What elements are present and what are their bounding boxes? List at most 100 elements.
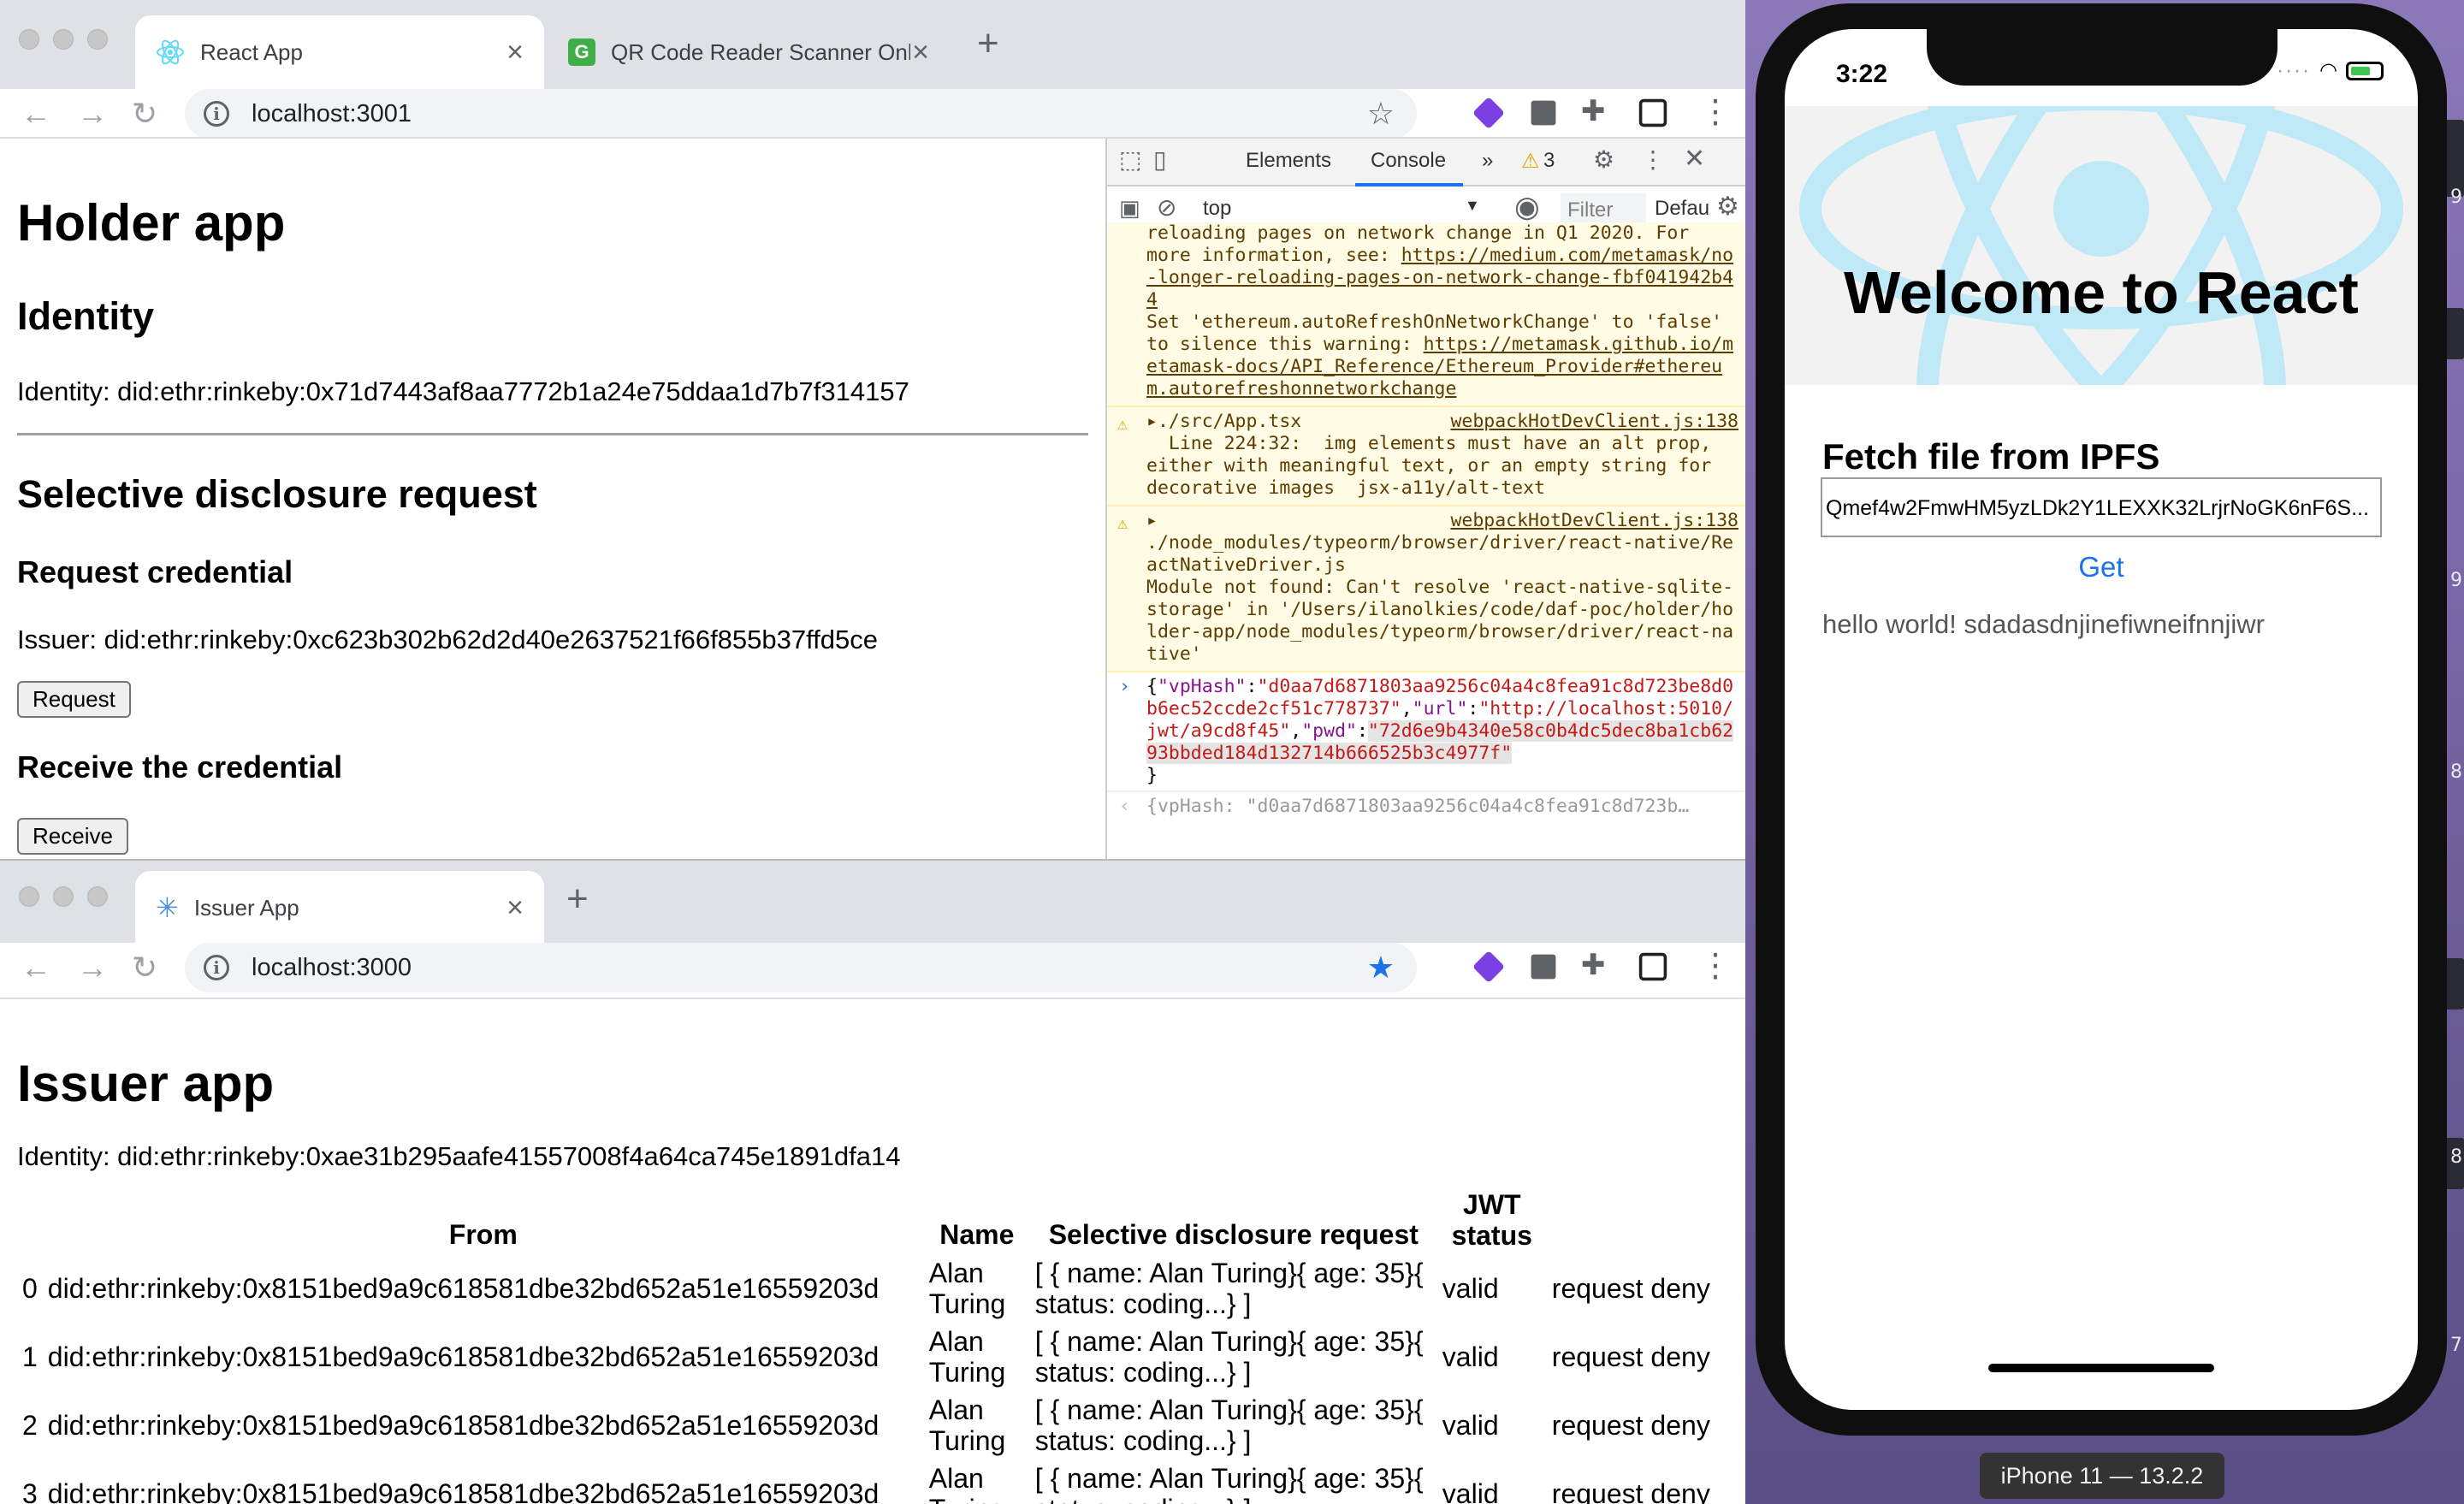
settings-gear-icon[interactable]: ⚙ — [1593, 145, 1614, 174]
warning-count[interactable]: 3 — [1543, 149, 1555, 173]
back-arrow-icon[interactable]: ← — [21, 950, 51, 986]
row-sdr: [ { name: Alan Turing}{ age: 35}{ status… — [1034, 1258, 1424, 1319]
console-output: reloading pages on network change in Q1 … — [1107, 222, 1745, 859]
identity-heading: Identity — [17, 294, 155, 338]
new-tab-button[interactable]: + — [566, 878, 589, 921]
home-indicator[interactable] — [1988, 1364, 2214, 1372]
devtools-menu-icon[interactable]: ⋮ — [1641, 145, 1665, 174]
clear-console-icon[interactable]: ⊘ — [1157, 193, 1176, 222]
device-toolbar-icon[interactable]: ▯ — [1153, 145, 1166, 174]
wifi-icon: ◠ — [2319, 59, 2337, 82]
reload-icon[interactable]: ↻ — [132, 96, 157, 132]
get-button[interactable]: Get — [1785, 551, 2418, 583]
extension-c-icon[interactable] — [1638, 98, 1667, 127]
status-bar-time: 3:22 — [1836, 60, 1888, 88]
extension-cube-icon[interactable] — [1531, 100, 1556, 126]
bookmark-star-filled-icon[interactable]: ★ — [1367, 950, 1395, 986]
context-selector[interactable]: top — [1203, 197, 1231, 221]
row-name: Alan Turing — [928, 1394, 1006, 1456]
page-title: Issuer app — [17, 1055, 275, 1112]
expand-triangle-icon[interactable]: ▸ — [1146, 510, 1158, 531]
reload-icon[interactable]: ↻ — [132, 950, 157, 986]
filter-input[interactable]: Filter — [1561, 193, 1646, 224]
row-actions[interactable]: request deny — [1547, 1323, 1727, 1391]
zoom-window-button[interactable] — [87, 886, 108, 907]
row-status: valid — [1442, 1273, 1499, 1304]
simulator-label: iPhone 11 — 13.2.2 — [1980, 1453, 2224, 1499]
issuer-logo-icon: ✳ — [156, 892, 179, 923]
close-tab-icon[interactable]: × — [912, 38, 929, 67]
console-warning[interactable]: ⚠ webpackHotDevClient.js:138 ▸./src/App.… — [1107, 407, 1745, 506]
row-actions[interactable]: request deny — [1547, 1391, 1727, 1460]
tab-console[interactable]: Console — [1371, 149, 1446, 173]
sidebar-toggle-icon[interactable]: ▣ — [1119, 195, 1140, 222]
status-bar-indicators: ···· ◠ — [2277, 58, 2384, 83]
tab-strip: ✳ Issuer App × + — [0, 861, 1745, 944]
tab-title: QR Code Reader Scanner Onlin — [611, 38, 910, 65]
tab-issuer-app[interactable]: ✳ Issuer App × — [135, 871, 544, 944]
request-section: Request credential — [17, 554, 293, 590]
log-levels-dropdown[interactable]: Defau — [1655, 197, 1709, 221]
minimize-window-button[interactable] — [53, 29, 74, 50]
zoom-window-button[interactable] — [87, 29, 108, 50]
tab-qr-reader[interactable]: G QR Code Reader Scanner Onlin × — [548, 15, 950, 89]
inspect-element-icon[interactable]: ⬚ — [1119, 145, 1141, 174]
devtools-panel: ⬚ ▯ Elements Console » ⚠ 3 ⚙ ⋮ ✕ ▣ ⊘ top… — [1105, 139, 1745, 859]
extension-purple-icon[interactable] — [1472, 950, 1506, 984]
forward-arrow-icon[interactable]: → — [77, 96, 108, 132]
console-settings-icon[interactable]: ⚙ — [1716, 192, 1739, 222]
console-result-entry[interactable]: ‹ {vpHash: "d0aa7d6871803aa9256c04a4c8fe… — [1107, 792, 1745, 821]
close-tab-icon[interactable]: × — [506, 38, 524, 67]
request-button[interactable]: Request — [17, 681, 131, 718]
new-tab-button[interactable]: + — [977, 22, 999, 65]
source-link[interactable]: webpackHotDevClient.js:138 — [1450, 510, 1738, 532]
table-header-row: From Name Selective disclosure request J… — [17, 1186, 1727, 1254]
warning-icon[interactable]: ⚠ — [1521, 149, 1540, 174]
back-arrow-icon[interactable]: ← — [21, 96, 51, 132]
address-bar[interactable]: i localhost:3000 ★ — [185, 943, 1417, 992]
json-key: "vpHash" — [1157, 676, 1247, 697]
minimize-window-button[interactable] — [53, 886, 74, 907]
info-icon[interactable]: i — [204, 101, 229, 127]
address-bar[interactable]: i localhost:3001 ☆ — [185, 89, 1417, 139]
bookmark-star-icon[interactable]: ☆ — [1367, 96, 1395, 132]
extension-purple-icon[interactable] — [1472, 96, 1506, 130]
close-tab-icon[interactable]: × — [506, 893, 524, 922]
more-tabs-icon[interactable]: » — [1482, 149, 1493, 173]
row-name: Alan Turing — [928, 1463, 1006, 1504]
background-window-edge — [2445, 308, 2464, 359]
expand-triangle-icon[interactable]: ▸ — [1146, 411, 1158, 432]
tab-elements[interactable]: Elements — [1246, 149, 1331, 173]
close-window-button[interactable] — [19, 29, 39, 50]
background-window-edge — [2445, 958, 2464, 1010]
browser-menu-icon[interactable]: ⋮ — [1699, 92, 1732, 131]
react-logo-icon — [157, 39, 184, 65]
json-key: "pwd" — [1301, 720, 1357, 742]
console-log-entry: › {"vpHash":"d0aa7d6871803aa9256c04a4c8f… — [1107, 672, 1745, 792]
close-devtools-icon[interactable]: ✕ — [1684, 144, 1705, 174]
url-text[interactable]: localhost:3001 — [252, 100, 412, 128]
extension-c-icon[interactable] — [1638, 952, 1667, 981]
source-link[interactable]: webpackHotDevClient.js:138 — [1450, 411, 1738, 433]
ipfs-hash-input[interactable]: Qmef4w2FmwHM5yzLDk2Y1LEXXK32LrjrNoGK6nF6… — [1821, 477, 2382, 537]
phone-screen: Welcome to React 3:22 ···· ◠ Fetch file … — [1785, 29, 2418, 1410]
forward-arrow-icon[interactable]: → — [77, 950, 108, 986]
console-warning[interactable]: ⚠ webpackHotDevClient.js:138 ▸ ./node_mo… — [1107, 506, 1745, 672]
extension-cube-icon[interactable] — [1531, 954, 1556, 980]
row-actions[interactable]: request deny — [1547, 1254, 1727, 1323]
url-text[interactable]: localhost:3000 — [252, 954, 412, 982]
column-header — [1547, 1186, 1727, 1254]
row-actions[interactable]: request deny — [1547, 1460, 1727, 1504]
receive-button[interactable]: Receive — [17, 818, 128, 855]
signal-icon: ···· — [2277, 58, 2312, 82]
row-sdr: [ { name: Alan Turing}{ age: 35}{ status… — [1034, 1394, 1424, 1456]
close-window-button[interactable] — [19, 886, 39, 907]
chevron-down-icon[interactable]: ▼ — [1465, 197, 1480, 215]
extensions-puzzle-icon[interactable]: ✚ — [1581, 948, 1606, 982]
extensions-puzzle-icon[interactable]: ✚ — [1581, 94, 1606, 128]
info-icon[interactable]: i — [204, 955, 229, 980]
tab-react-app[interactable]: React App × — [135, 15, 544, 89]
eye-icon[interactable]: ◉ — [1514, 190, 1540, 224]
background-window-edge — [2445, 120, 2464, 197]
browser-menu-icon[interactable]: ⋮ — [1699, 946, 1732, 985]
